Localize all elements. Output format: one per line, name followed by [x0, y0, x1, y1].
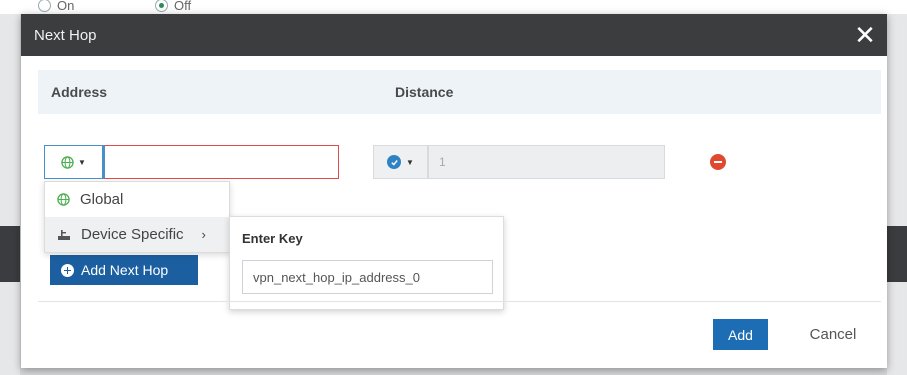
device-icon — [58, 230, 70, 240]
menu-item-device-specific[interactable]: Device Specific › — [45, 217, 229, 252]
device-key-input[interactable]: vpn_next_hop_ip_address_0 — [242, 260, 493, 294]
radio-off-label: Off — [174, 0, 192, 13]
distance-column-header: Distance — [395, 84, 454, 100]
add-next-hop-label: Add Next Hop — [81, 262, 169, 278]
radio-on: On — [38, 0, 74, 13]
menu-item-global[interactable]: Global — [45, 182, 229, 217]
enter-key-label: Enter Key — [242, 231, 303, 246]
address-input[interactable] — [103, 145, 339, 179]
device-specific-popover: Enter Key vpn_next_hop_ip_address_0 — [229, 216, 504, 310]
check-circle-icon — [387, 155, 402, 169]
address-column-header: Address — [51, 84, 108, 100]
modal-header: Next Hop ✕ — [21, 14, 887, 56]
plus-circle-icon — [61, 263, 74, 277]
column-header-bar: Address Distance — [38, 70, 881, 114]
remove-row-icon[interactable] — [710, 154, 726, 170]
add-button[interactable]: Add — [713, 319, 768, 350]
chevron-down-icon: ▼ — [78, 157, 86, 167]
modal-title: Next Hop — [34, 26, 97, 44]
radio-icon — [38, 0, 51, 12]
menu-item-label: Global — [80, 191, 124, 208]
globe-icon — [61, 155, 74, 169]
radio-off: Off — [155, 0, 191, 13]
chevron-right-icon: › — [201, 227, 206, 242]
radio-on-label: On — [57, 0, 75, 13]
background-right-edge — [887, 14, 907, 375]
chevron-down-icon: ▼ — [406, 157, 414, 167]
footer-divider — [38, 301, 881, 302]
add-next-hop-button[interactable]: Add Next Hop — [50, 255, 198, 285]
next-hop-modal: Next Hop ✕ Address Distance ▼ ▼ 1 Add Ne… — [21, 14, 887, 368]
globe-icon — [57, 193, 70, 206]
background-left-edge — [0, 14, 20, 375]
radio-selected-icon — [155, 0, 168, 12]
address-type-menu: Global Device Specific › — [44, 181, 230, 253]
distance-input[interactable]: 1 — [428, 145, 665, 179]
distance-type-dropdown-button[interactable]: ▼ — [373, 145, 428, 179]
background-toolbar: On Off — [0, 0, 907, 14]
address-type-dropdown-button[interactable]: ▼ — [44, 145, 103, 179]
menu-item-label: Device Specific — [81, 226, 184, 243]
cancel-button[interactable]: Cancel — [803, 319, 863, 350]
close-icon[interactable]: ✕ — [853, 22, 877, 48]
